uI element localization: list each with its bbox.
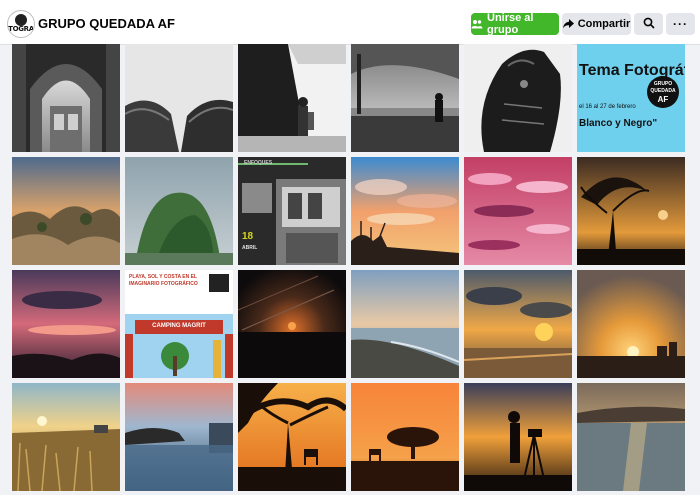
exhibition-poster-thumbnail[interactable]: ENFOQUES 18 ABRIL xyxy=(238,157,346,265)
photo-thumbnail[interactable] xyxy=(351,157,459,265)
beach-poster-sign: CAMPING MAGRIT xyxy=(152,323,206,329)
beach-poster-line1: PLAYA, SOL Y COSTA EN EL xyxy=(129,274,197,280)
group-avatar[interactable]: TOGRA xyxy=(7,10,35,38)
photo-thumbnail[interactable] xyxy=(12,44,120,152)
poster-badge-line3: AF xyxy=(657,95,669,104)
more-options-button[interactable]: ··· xyxy=(666,13,695,35)
photo-thumbnail[interactable] xyxy=(464,383,572,491)
group-name[interactable]: GRUPO QUEDADA AF xyxy=(38,16,175,31)
exhibition-date-month: ABRIL xyxy=(242,245,258,251)
search-button[interactable] xyxy=(634,13,663,35)
photo-thumbnail[interactable] xyxy=(351,383,459,491)
photo-thumbnail[interactable] xyxy=(351,44,459,152)
photo-thumbnail[interactable] xyxy=(464,157,572,265)
share-arrow-icon xyxy=(562,19,574,29)
photo-thumbnail[interactable] xyxy=(125,44,233,152)
poster-dates: el 16 al 27 de febrero xyxy=(579,104,636,110)
photo-thumbnail[interactable] xyxy=(464,44,572,152)
group-header-bar: TOGRA GRUPO QUEDADA AF Unirse al grupo C… xyxy=(0,0,700,45)
exhibition-title: ENFOQUES xyxy=(244,160,273,166)
avatar-text: TOGRA xyxy=(8,25,34,33)
poster-badge-line1: GRUPO xyxy=(653,81,673,87)
beach-poster-line2: IMAGINARIO FOTOGRÁFICO xyxy=(129,281,198,287)
poster-badge-line2: QUEDADA xyxy=(650,88,676,94)
share-label: Compartir xyxy=(577,18,631,30)
photo-thumbnail[interactable] xyxy=(125,383,233,491)
photo-thumbnail[interactable] xyxy=(238,270,346,378)
theme-poster-thumbnail[interactable]: Tema Fotográfic el 16 al 27 de febrero B… xyxy=(577,44,685,152)
poster-title: Tema Fotográfic xyxy=(579,62,685,79)
photo-thumbnail[interactable] xyxy=(464,270,572,378)
photo-thumbnail[interactable] xyxy=(351,270,459,378)
search-icon xyxy=(643,17,655,32)
photo-thumbnail[interactable] xyxy=(577,157,685,265)
photo-thumbnail[interactable] xyxy=(577,383,685,491)
people-icon xyxy=(471,19,483,29)
photo-thumbnail[interactable] xyxy=(12,383,120,491)
poster-subtitle: Blanco y Negro" xyxy=(579,118,658,129)
join-group-button[interactable]: Unirse al grupo xyxy=(471,12,559,36)
beach-poster-thumbnail[interactable]: PLAYA, SOL Y COSTA EN EL IMAGINARIO FOTO… xyxy=(125,270,233,378)
share-button[interactable]: Compartir xyxy=(562,13,631,35)
photo-thumbnail[interactable] xyxy=(125,157,233,265)
photo-thumbnail[interactable] xyxy=(238,383,346,491)
photo-thumbnail[interactable] xyxy=(12,157,120,265)
exhibition-date-number: 18 xyxy=(242,231,254,242)
more-dots-icon: ··· xyxy=(673,17,688,31)
photo-thumbnail[interactable] xyxy=(12,270,120,378)
join-group-label: Unirse al grupo xyxy=(487,12,534,36)
photo-thumbnail[interactable] xyxy=(238,44,346,152)
photo-thumbnail[interactable] xyxy=(577,270,685,378)
